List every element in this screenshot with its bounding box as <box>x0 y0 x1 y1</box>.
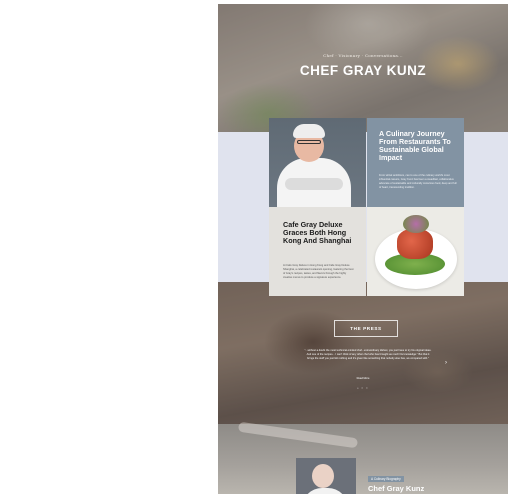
culinary-journey-card[interactable]: A Culinary Journey From Restaurants To S… <box>367 118 464 207</box>
biography-title: Chef Gray Kunz <box>368 484 425 493</box>
press-quote: "...without a doubt the most technical-m… <box>304 349 432 361</box>
chef-portrait-image <box>269 118 366 207</box>
cafe-gray-text: At Cafe Gray Deluxe in Hong Kong and Caf… <box>283 264 354 279</box>
chef-coat-shape <box>302 488 348 494</box>
chef-biography-image <box>296 458 356 494</box>
read-more-link[interactable]: Read More <box>218 377 508 380</box>
landing-page: Chef · Visionary · Conversationa... CHEF… <box>218 4 508 494</box>
culinary-journey-title: A Culinary Journey From Restaurants To S… <box>379 129 451 162</box>
cafe-gray-card[interactable]: Cafe Gray Deluxe Graces Both Hong Kong A… <box>269 207 366 296</box>
microgreens-shape <box>403 215 429 233</box>
culinary-journey-text: From whisk ambitions, can to one of the … <box>379 174 457 189</box>
chef-face-shape <box>312 464 334 488</box>
biography-section: A Culinary Biography Chef Gray Kunz <box>218 421 508 494</box>
biography-label: A Culinary Biography <box>368 476 404 482</box>
chevron-right-icon[interactable]: › <box>445 360 447 366</box>
dish-image <box>367 207 464 296</box>
hero-section: Chef · Visionary · Conversationa... CHEF… <box>218 4 508 132</box>
salmon-shape <box>397 229 433 259</box>
spoon-shape <box>237 421 359 449</box>
hero-tagline: Chef · Visionary · Conversationa... <box>323 53 403 58</box>
chef-glasses-shape <box>297 140 321 144</box>
hero-title: CHEF GRAY KUNZ <box>299 63 427 78</box>
the-press-button[interactable]: THE PRESS <box>334 320 398 337</box>
chef-hair-shape <box>293 124 325 138</box>
chef-arms-shape <box>285 178 343 190</box>
cafe-gray-title: Cafe Gray Deluxe Graces Both Hong Kong A… <box>283 220 352 246</box>
features-grid: A Culinary Journey From Restaurants To S… <box>269 118 464 296</box>
carousel-dots[interactable]: • ○ ○ <box>218 386 508 390</box>
